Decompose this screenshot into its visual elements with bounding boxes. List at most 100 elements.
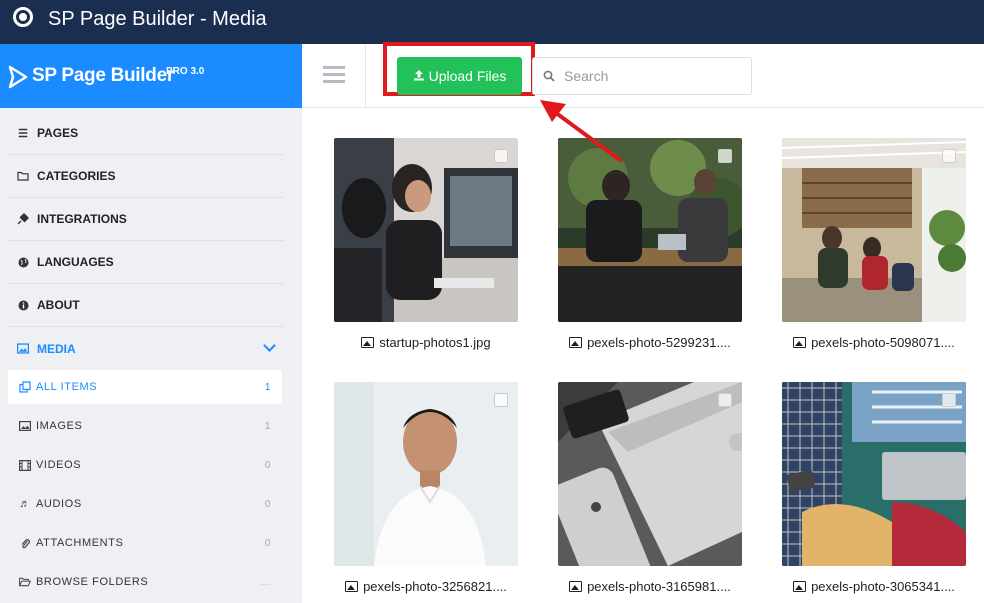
media-filter-label: ALL ITEMS bbox=[36, 381, 98, 393]
media-filter-all-items[interactable]: ALL ITEMS 1 bbox=[8, 370, 282, 404]
media-item[interactable]: pexels-photo-3065341.... bbox=[782, 382, 966, 594]
upload-files-button[interactable]: Upload Files bbox=[397, 57, 522, 95]
media-filter-label: BROWSE FOLDERS bbox=[36, 576, 149, 588]
chevron-down-icon[interactable] bbox=[263, 339, 276, 352]
laptop-phone-image bbox=[558, 382, 742, 566]
info-icon bbox=[17, 299, 29, 311]
nav-item-about[interactable]: ABOUT bbox=[8, 284, 284, 327]
hamburger-icon bbox=[323, 73, 345, 76]
search-icon bbox=[543, 70, 555, 82]
select-checkbox[interactable] bbox=[942, 149, 956, 163]
film-icon bbox=[19, 459, 31, 471]
office-photo-image bbox=[334, 138, 518, 322]
list-icon: ☰ bbox=[18, 127, 28, 140]
nav-item-pages[interactable]: ☰ PAGES bbox=[8, 112, 284, 155]
media-thumbnail[interactable] bbox=[558, 382, 742, 566]
media-item[interactable]: pexels-photo-5299231.... bbox=[558, 138, 742, 350]
plug-icon bbox=[17, 213, 29, 225]
media-filter-count: 0 bbox=[264, 537, 271, 549]
media-thumbnail[interactable] bbox=[782, 138, 966, 322]
search-box[interactable] bbox=[532, 57, 752, 95]
image-icon bbox=[793, 337, 807, 348]
coworking-space-image bbox=[782, 138, 966, 322]
image-icon bbox=[793, 581, 807, 592]
media-filter-label: IMAGES bbox=[36, 420, 83, 432]
brand-logo-icon bbox=[8, 65, 28, 89]
menu-toggle-button[interactable] bbox=[302, 44, 366, 108]
globe-icon bbox=[17, 256, 29, 268]
select-checkbox[interactable] bbox=[494, 149, 508, 163]
select-checkbox[interactable] bbox=[718, 393, 732, 407]
window-titlebar: SP Page Builder - Media bbox=[0, 0, 984, 44]
couch-laptop-image bbox=[782, 382, 966, 566]
media-item[interactable]: pexels-photo-3256821.... bbox=[334, 382, 518, 594]
nav-item-label: ABOUT bbox=[37, 298, 80, 312]
select-checkbox[interactable] bbox=[718, 149, 732, 163]
image-icon bbox=[569, 337, 583, 348]
portrait-photo-image bbox=[334, 382, 518, 566]
brand-version: PRO 3.0 bbox=[166, 66, 205, 77]
upload-icon bbox=[413, 69, 425, 84]
image-icon bbox=[17, 343, 29, 355]
app-logo-icon bbox=[13, 7, 33, 27]
nav-item-integrations[interactable]: INTEGRATIONS bbox=[8, 198, 284, 241]
media-filter-browse-folders[interactable]: BROWSE FOLDERS ... bbox=[8, 565, 282, 599]
upload-files-label: Upload Files bbox=[428, 68, 507, 84]
media-filter-label: VIDEOS bbox=[36, 459, 82, 471]
image-icon bbox=[361, 337, 375, 348]
media-filter-count: 1 bbox=[264, 381, 271, 393]
image-icon bbox=[19, 421, 31, 431]
media-filter-count: 0 bbox=[264, 459, 271, 471]
copy-icon bbox=[19, 381, 31, 393]
folder-open-icon bbox=[19, 577, 31, 587]
hamburger-icon bbox=[323, 80, 345, 83]
media-thumbnail[interactable] bbox=[334, 138, 518, 322]
nav-item-media[interactable]: MEDIA bbox=[8, 327, 284, 370]
media-filter-attachments[interactable]: ATTACHMENTS 0 bbox=[8, 526, 282, 560]
select-checkbox[interactable] bbox=[494, 393, 508, 407]
media-filter-count: ... bbox=[260, 576, 271, 588]
media-filter-images[interactable]: IMAGES 1 bbox=[8, 409, 282, 443]
brand-name: SP Page Builder bbox=[32, 65, 174, 86]
media-filename: pexels-photo-5299231.... bbox=[587, 335, 731, 350]
cafe-meeting-image bbox=[558, 138, 742, 322]
media-filter-label: ATTACHMENTS bbox=[36, 537, 124, 549]
select-checkbox[interactable] bbox=[942, 393, 956, 407]
media-toolbar: Upload Files bbox=[302, 42, 984, 108]
media-filename: startup-photos1.jpg bbox=[379, 335, 491, 350]
media-thumbnail[interactable] bbox=[334, 382, 518, 566]
brand-header[interactable]: SP Page Builder PRO 3.0 bbox=[0, 44, 302, 108]
media-filename: pexels-photo-5098071.... bbox=[811, 335, 955, 350]
media-item[interactable]: pexels-photo-5098071.... bbox=[782, 138, 966, 350]
media-filename: pexels-photo-3256821.... bbox=[363, 579, 507, 594]
media-thumbnail[interactable] bbox=[558, 138, 742, 322]
media-filter-count: 0 bbox=[264, 498, 271, 510]
media-filter-videos[interactable]: VIDEOS 0 bbox=[8, 448, 282, 482]
nav-item-categories[interactable]: CATEGORIES bbox=[8, 155, 284, 198]
media-item[interactable]: startup-photos1.jpg bbox=[334, 138, 518, 350]
media-filter-count: 1 bbox=[264, 420, 271, 432]
image-icon bbox=[569, 581, 583, 592]
media-caption: pexels-photo-3256821.... bbox=[334, 579, 518, 594]
window-title: SP Page Builder - Media bbox=[48, 8, 267, 30]
media-filter-label: AUDIOS bbox=[36, 498, 82, 510]
nav-item-label: MEDIA bbox=[37, 341, 76, 356]
media-filename: pexels-photo-3065341.... bbox=[811, 579, 955, 594]
nav-item-label: CATEGORIES bbox=[37, 169, 116, 183]
image-icon bbox=[345, 581, 359, 592]
media-thumbnail[interactable] bbox=[782, 382, 966, 566]
nav-item-label: INTEGRATIONS bbox=[37, 212, 127, 226]
media-caption: pexels-photo-3065341.... bbox=[782, 579, 966, 594]
media-filename: pexels-photo-3165981.... bbox=[587, 579, 731, 594]
music-icon: ♬ bbox=[19, 498, 31, 510]
media-caption: pexels-photo-3165981.... bbox=[558, 579, 742, 594]
media-caption: startup-photos1.jpg bbox=[334, 335, 518, 350]
paperclip-icon bbox=[19, 537, 31, 549]
search-input[interactable] bbox=[564, 68, 744, 84]
media-filter-audios[interactable]: ♬ AUDIOS 0 bbox=[8, 487, 282, 521]
media-caption: pexels-photo-5299231.... bbox=[558, 335, 742, 350]
media-caption: pexels-photo-5098071.... bbox=[782, 335, 966, 350]
nav-item-languages[interactable]: LANGUAGES bbox=[8, 241, 284, 284]
folder-icon bbox=[17, 170, 29, 182]
media-item[interactable]: pexels-photo-3165981.... bbox=[558, 382, 742, 594]
